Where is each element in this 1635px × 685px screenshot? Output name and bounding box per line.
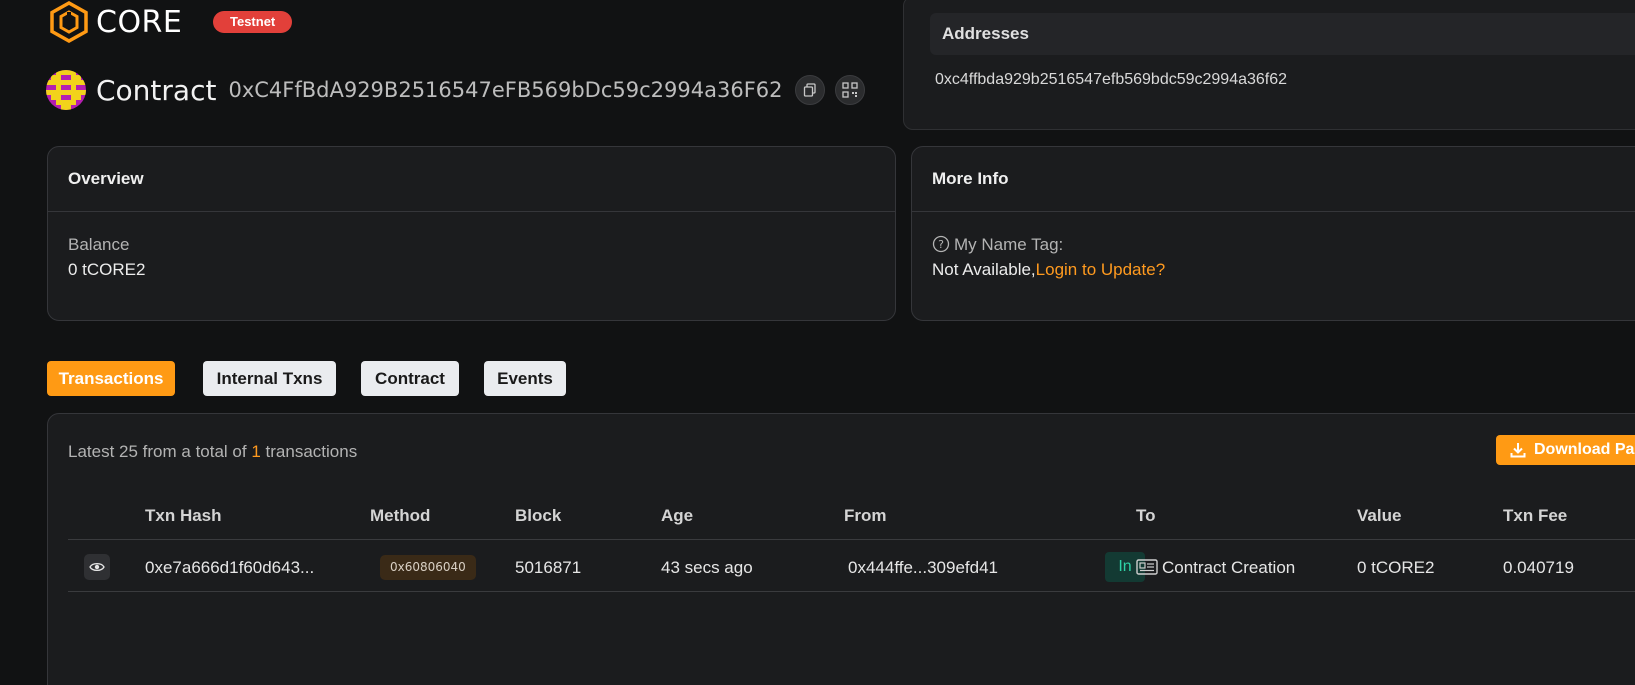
svg-text:?: ? [938, 238, 944, 251]
transactions-panel: Latest 25 from a total of 1 transactions… [47, 413, 1635, 685]
tab-internal-txns[interactable]: Internal Txns [203, 361, 336, 396]
overview-title: Overview [68, 169, 144, 188]
contract-label: Contract [96, 73, 217, 107]
txn-age: 43 secs ago [661, 558, 753, 577]
download-label: Download Pag [1534, 441, 1635, 458]
column-header-age[interactable]: Age [661, 506, 693, 526]
tab-events[interactable]: Events [484, 361, 566, 396]
network-badge: Testnet [213, 11, 293, 33]
transactions-summary: Latest 25 from a total of 1 transactions [68, 442, 357, 462]
addresses-title: Addresses [930, 13, 1635, 55]
contract-avatar [46, 70, 86, 110]
method-badge: 0x60806040 [380, 555, 476, 580]
login-to-update-link[interactable]: Login to Update? [1036, 260, 1166, 279]
table-divider [68, 539, 1635, 540]
name-tag-value-row: Not Available,Login to Update? [932, 260, 1165, 280]
txn-hash-link[interactable]: 0xe7a666d1f60d643... [145, 558, 314, 578]
contract-header: Contract 0xC4FfBdA929B2516547eFB569bDc59… [46, 70, 875, 110]
to-cell: Contract Creation [1136, 558, 1295, 578]
txn-fee: 0.040719 [1503, 558, 1574, 577]
column-header-block: Block [515, 506, 562, 525]
download-page-button[interactable]: Download Pag [1496, 435, 1635, 465]
overview-card: Overview Balance 0 tCORE2 [47, 146, 896, 321]
name-tag-value: Not Available, [932, 260, 1036, 279]
core-logo-icon [50, 1, 88, 43]
contract-address: 0xC4FfBdA929B2516547eFB569bDc59c2994a36F… [228, 78, 783, 102]
block-link[interactable]: 5016871 [515, 558, 581, 578]
from-address-link[interactable]: 0x444ffe...309efd41 [848, 558, 998, 578]
site-logo[interactable]: CORE [48, 0, 182, 44]
preview-button[interactable] [84, 554, 110, 580]
column-header-txn-fee[interactable]: Txn Fee [1503, 506, 1567, 526]
summary-suffix: transactions [265, 442, 358, 461]
column-header-method: Method [370, 506, 431, 525]
tab-transactions[interactable]: Transactions [47, 361, 175, 396]
balance-label: Balance [68, 235, 130, 254]
eye-icon [89, 562, 105, 572]
table-divider [68, 591, 1635, 592]
name-tag-label-row: ? My Name Tag: [932, 235, 1063, 255]
copy-icon [803, 83, 816, 97]
name-tag-label: My Name Tag: [954, 235, 1064, 254]
column-header-txn-hash: Txn Hash [145, 506, 222, 525]
column-header-from: From [844, 506, 887, 525]
contract-creation-icon [1136, 559, 1158, 575]
txn-value: 0 tCORE2 [1357, 558, 1435, 577]
logo-text: CORE [96, 4, 183, 40]
column-header-value: Value [1357, 506, 1402, 525]
column-header-to: To [1136, 506, 1156, 525]
copy-address-button[interactable] [794, 75, 825, 105]
more-info-card: More Info ? My Name Tag: Not Available,L… [911, 146, 1635, 321]
more-info-title: More Info [932, 169, 1009, 188]
qr-code-icon [841, 82, 858, 98]
balance-value: 0 tCORE2 [68, 260, 146, 279]
divider [48, 211, 895, 212]
tab-contract[interactable]: Contract [361, 361, 459, 396]
qr-code-button[interactable] [834, 75, 865, 105]
divider [912, 211, 1635, 212]
addresses-card: Addresses 0xc4ffbda929b2516547efb569bdc5… [903, 0, 1635, 130]
help-circle-icon[interactable]: ? [932, 235, 950, 253]
to-value: Contract Creation [1162, 558, 1296, 577]
summary-count: 1 [251, 442, 261, 461]
summary-prefix: Latest 25 from a total of [68, 442, 247, 461]
download-icon [1510, 443, 1526, 458]
addresses-value: 0xc4ffbda929b2516547efb569bdc59c2994a36f… [935, 71, 1288, 88]
